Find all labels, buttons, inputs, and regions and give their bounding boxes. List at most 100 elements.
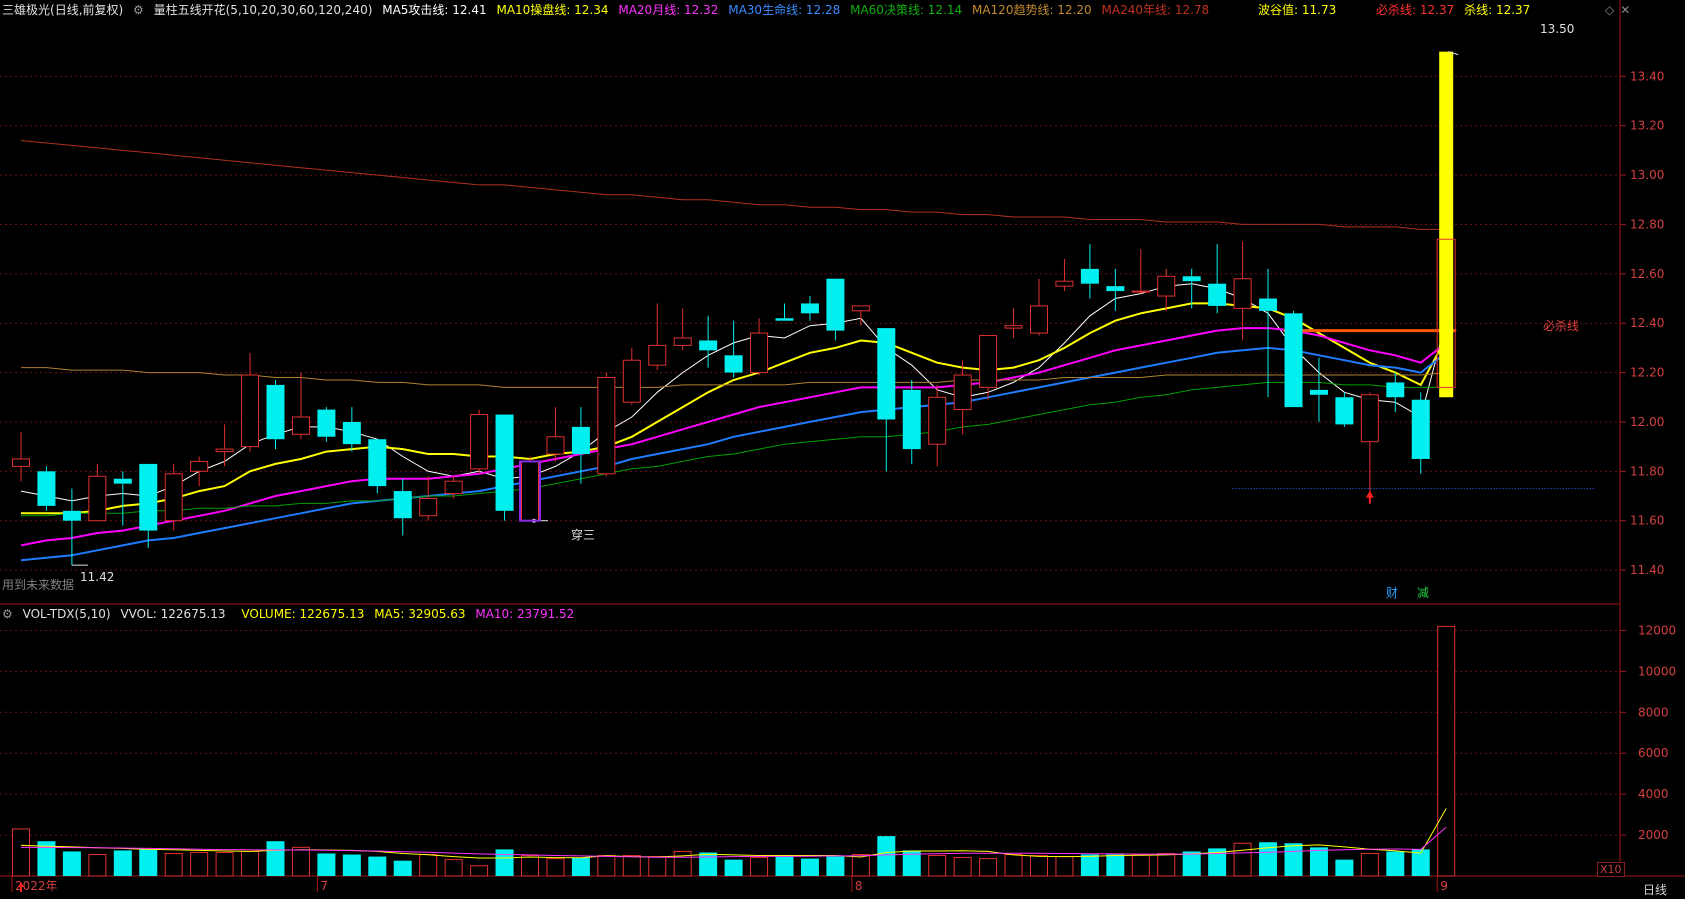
vol-ma5-value: MA5: 32905.63 [374,607,466,621]
period-button[interactable]: 日线 [1643,881,1667,898]
candle-body [1411,399,1430,459]
candle-body [37,471,56,506]
volume-bar [393,860,412,876]
volume-bar [826,856,845,876]
volume-bar [1030,855,1048,877]
candle-body [1004,325,1023,329]
candle-body [495,414,514,511]
date-label: 7 [320,879,328,893]
candle-body [1055,280,1074,287]
candle-body [775,318,794,321]
volume-bar [979,858,998,877]
chart-annotations [18,51,1459,892]
volume-indicator-header: ⚙ VOL-TDX(5,10) VVOL: 122675.13 VOLUME: … [2,604,580,624]
volume-bar [1157,852,1176,877]
kline-chart-canvas[interactable]: 11.40 11.60 11.80 12.00 12.20 12.40 12.60 12.80… [0,0,1685,899]
candle-body [215,448,234,453]
cai-badge[interactable]: 财 [1386,584,1398,601]
stock-name[interactable]: 三雄极光 [2,3,50,17]
candle-body [1259,298,1278,311]
vol-indicator-name[interactable]: VOL-TDX(5,10) [23,607,111,621]
candle-body [1106,286,1125,292]
diamond-icon[interactable]: ◇ [1605,3,1614,17]
price-tick-label: 11.60 [1630,514,1664,528]
candle-body [1131,290,1150,293]
candle-body [979,335,998,388]
indicator-name[interactable]: 量柱五线开花(5,10,20,30,60,120,240) [154,3,373,17]
price-axis: 11.40 11.60 11.80 12.00 12.20 12.40 12.60 12.80… [1620,69,1664,577]
volume-bar [724,859,743,876]
panel-controls: ◇ ✕ [1605,0,1636,20]
candle-body [724,355,743,373]
candle-body [851,305,870,312]
candle-body [1309,389,1328,395]
volume-bar [1437,625,1456,877]
candle-body [317,409,336,437]
volume-bar [139,849,158,876]
price-tick-label: 12.20 [1630,366,1664,380]
bisha-value: 必杀线: 12.37 [1376,3,1455,17]
volume-bar [1182,851,1201,876]
candle-body [444,480,463,495]
volume-value: VOLUME: 122675.13 [241,607,365,621]
ma120-value: MA120趋势线: 12.20 [971,3,1092,17]
close-icon[interactable]: ✕ [1620,3,1630,17]
volume-unit-label: X10 [1597,862,1625,877]
volume-bar [851,854,870,877]
candle-wick [1439,51,1454,398]
candle-body [699,340,718,351]
bisha-line-label: 必杀线 [1543,319,1580,333]
volume-bar [521,855,539,877]
ma20-value: MA20月线: 12.32 [618,3,719,17]
candle-body [750,332,769,374]
gear-icon[interactable]: ⚙ [133,3,144,17]
volume-tick-label: 6000 [1638,746,1669,760]
volume-tick-label: 8000 [1638,705,1669,719]
candle-body [1080,268,1099,284]
signal-header: 波谷值: 11.73 必杀线: 12.37 杀线: 12.37 [1258,0,1536,20]
volume-bar [419,854,438,877]
ma30-value: MA30生命线: 12.28 [728,3,841,17]
volume-bar [1284,843,1303,876]
volume-bar [190,851,209,877]
candle-body [1284,313,1303,408]
candle-body [1233,278,1252,309]
candle-body [928,396,947,445]
volume-bars [12,625,1456,877]
candle-body [1386,382,1405,398]
candle-body [139,463,158,531]
candle-body [113,478,132,484]
jian-badge[interactable]: 减 [1417,584,1429,601]
volume-bar [622,855,641,877]
volume-ma-lines [20,808,1447,859]
price-tick-label: 12.00 [1630,415,1664,429]
candle-body [673,337,692,346]
candle-body [800,303,819,314]
volume-bar [113,850,132,876]
candle-body [1157,275,1176,297]
volume-bar [1080,854,1099,876]
volume-bar [241,850,260,877]
volume-bar [546,858,565,877]
volume-bar [877,836,896,876]
candle-body [877,328,896,420]
high-price-label: 13.50 [1540,22,1575,36]
candle-body [1208,283,1227,306]
volume-bar [368,856,387,876]
ma5-value: MA5攻击线: 12.41 [382,3,487,17]
volume-bar [266,841,285,876]
volume-bar [62,851,81,876]
volume-bar [571,857,590,876]
volume-bar [699,852,718,876]
volume-bar [597,855,616,877]
candle-body [1335,397,1354,425]
candle-body [190,460,209,472]
candle-body [546,436,565,455]
price-gridlines [0,75,1620,571]
candle-body [368,439,387,487]
buy-arrow [1365,490,1374,504]
volume-bar [1055,856,1074,877]
candle-body [1030,305,1048,334]
gear-icon[interactable]: ⚙ [2,607,13,621]
volume-tick-label: 12000 [1638,623,1676,637]
